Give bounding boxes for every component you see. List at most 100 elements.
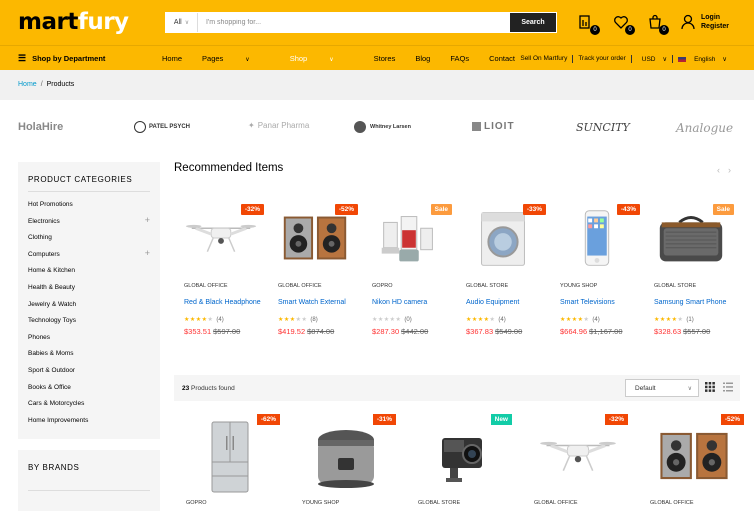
product-title[interactable]: Red & Black Headphone [184,299,262,308]
category-item[interactable]: Computers + [28,248,150,267]
product-image[interactable] [304,418,388,494]
store-name[interactable]: GLOBAL OFFICE [534,500,578,506]
category-item[interactable]: Technology Toys [28,316,150,333]
nav-item-shop[interactable]: Shop ∨ [290,54,354,63]
nav-item-faqs[interactable]: FAQs [450,54,469,63]
carousel-nav: ‹› [717,165,739,175]
product-image[interactable] [652,418,736,494]
expand-plus-icon[interactable]: + [145,215,150,234]
store-name[interactable]: GLOBAL STORE [654,283,696,289]
product-card[interactable]: -32% GLOBAL OFFICE [522,412,632,511]
store-name[interactable]: YOUNG SHOP [560,283,597,289]
star-rating: ★★★★★ (4) [184,316,224,323]
brand-logo[interactable]: Analogue [676,121,733,135]
brand-logo[interactable]: PATEL PSYCH [134,121,190,133]
product-title[interactable]: Smart Televisions [560,299,638,308]
prev-arrow-icon[interactable]: ‹ [717,165,728,175]
product-card[interactable]: -52% GLOBAL OFFICE [638,412,748,511]
nav-item-blog[interactable]: Blog [415,54,430,63]
product-card[interactable]: -31% YOUNG SHOP [290,412,400,511]
category-item[interactable]: Jewelry & Watch [28,300,150,317]
category-item[interactable]: Clothing [28,233,150,250]
product-card[interactable]: -43% YOUNG SHOP Smart Televisions ★★★★★ (4) $… [550,193,644,348]
product-image[interactable] [182,207,260,269]
category-label: Home Improvements [28,416,89,424]
search-input[interactable] [198,13,510,32]
product-image[interactable] [652,207,730,269]
product-card[interactable]: -33% GLOBAL STORE Audio Equipment ★★★★★ (4) $… [456,193,550,348]
store-name[interactable]: YOUNG SHOP [302,500,339,506]
grid-view-icon[interactable] [705,382,715,392]
expand-plus-icon[interactable]: + [145,248,150,267]
nav-utilities: Sell On Martfury Track your order USD ∨ … [515,55,732,63]
category-label: Home & Kitchen [28,267,75,275]
store-name[interactable]: GOPRO [372,283,392,289]
product-card[interactable]: -32% GLOBAL OFFICE Red & Black Headphone ★★… [174,193,268,348]
sort-select[interactable]: Default ∨ [625,379,699,397]
store-name[interactable]: GLOBAL OFFICE [184,283,228,289]
store-name[interactable]: GLOBAL OFFICE [278,283,322,289]
breadcrumb-home[interactable]: Home [18,81,37,88]
store-name[interactable]: GLOBAL OFFICE [650,500,694,506]
sell-link[interactable]: Sell On Martfury [515,55,574,63]
category-item[interactable]: Cars & Motorcycles [28,399,150,416]
category-item[interactable]: Home & Kitchen [28,266,150,283]
star-icon: ★ [207,317,214,323]
product-image[interactable] [420,418,504,494]
login-link[interactable]: Login [701,13,729,22]
product-image[interactable] [536,418,620,494]
product-title[interactable]: Nikon HD camera [372,299,450,308]
store-name[interactable]: GOPRO [186,500,206,506]
nav-item-pages[interactable]: Pages ∨ [202,54,270,63]
compare-button[interactable]: 0 [578,14,600,35]
search-category-select[interactable]: All ∨ [166,13,198,32]
product-card[interactable]: Sale GOPRO Nikon HD camera ★★★★★ (0) $287.30 $… [362,193,456,348]
product-categories-widget: PRODUCT CATEGORIES Hot Promotions Electro… [18,162,160,439]
user-icon [681,14,695,30]
category-item[interactable]: Books & Office [28,383,150,400]
discount-badge: -32% [240,204,264,215]
product-image[interactable] [188,418,272,494]
product-image[interactable] [276,207,354,269]
brand-logo[interactable]: ✦ Panar Pharma [248,121,309,130]
category-item[interactable]: Electronics + [28,215,150,234]
leaf-icon: ✦ [248,121,255,130]
next-arrow-icon[interactable]: › [728,165,739,175]
product-card[interactable]: New GLOBAL STORE [406,412,516,511]
category-item[interactable]: Health & Beauty [28,283,150,300]
product-image[interactable] [558,207,636,269]
list-view-icon[interactable] [723,382,733,392]
store-name[interactable]: GLOBAL STORE [466,283,508,289]
category-item[interactable]: Sport & Outdoor [28,366,150,383]
nav-item-stores[interactable]: Stores [374,54,396,63]
category-item[interactable]: Home Improvements [28,416,150,433]
track-order-link[interactable]: Track your order [573,55,632,63]
brand-logo[interactable]: Whitney Larsen [354,121,411,133]
wishlist-button[interactable]: 0 [613,14,635,35]
product-image[interactable] [370,207,448,269]
language-select[interactable]: English ∨ [673,55,732,63]
search-button[interactable]: Search [510,13,556,32]
brand-logo[interactable]: LIOIT [472,121,515,132]
site-logo[interactable]: martfury [18,9,129,35]
sale-price: $419.52 [278,327,306,336]
shop-by-department-button[interactable]: ☰ Shop by Department [18,53,105,64]
register-link[interactable]: Register [701,22,729,31]
product-card[interactable]: Sale GLOBAL STORE Samsung Smart Phone ★★★★★… [644,193,738,348]
store-name[interactable]: GLOBAL STORE [418,500,460,506]
product-title[interactable]: Audio Equipment [466,299,544,308]
product-card[interactable]: -62% GOPRO [174,412,284,511]
cart-button[interactable]: 0 [647,14,669,35]
brand-logo[interactable]: HolaHire [18,121,63,133]
product-title[interactable]: Smart Watch External [278,299,356,308]
product-title[interactable]: Samsung Smart Phone [654,299,732,308]
category-item[interactable]: Phones [28,333,150,350]
category-item[interactable]: Hot Promotions [28,200,150,217]
nav-item-home[interactable]: Home [162,54,182,63]
brand-logo[interactable]: SUNCITY [576,121,630,134]
product-card[interactable]: -52% GLOBAL OFFICE Smart Watch External ★★★… [268,193,362,348]
product-image[interactable] [464,207,542,269]
nav-item-contact[interactable]: Contact [489,54,515,63]
currency-select[interactable]: USD ∨ [632,55,674,63]
category-item[interactable]: Babies & Moms [28,349,150,366]
